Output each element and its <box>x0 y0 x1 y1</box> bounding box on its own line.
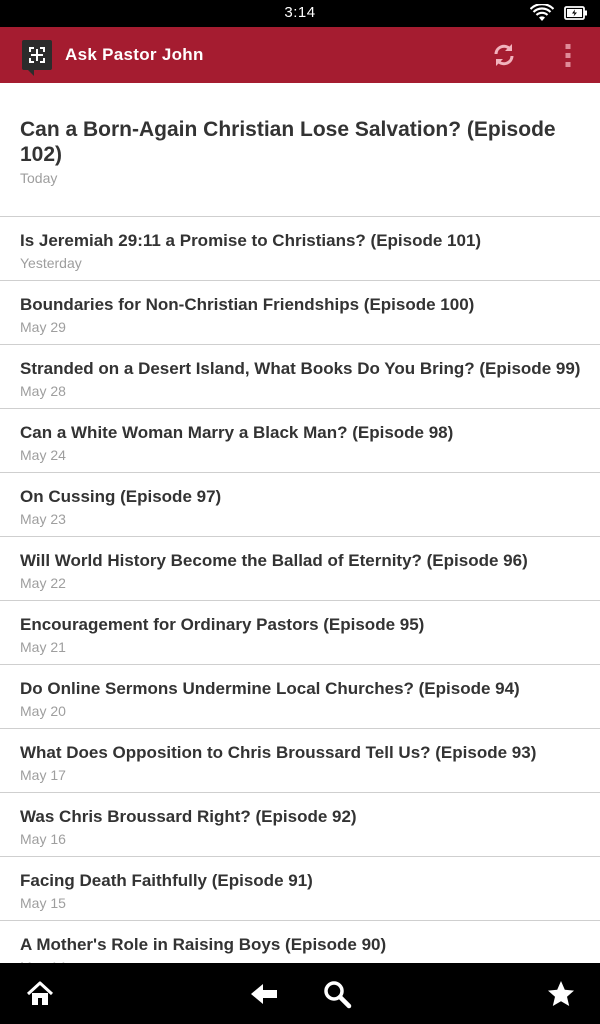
list-item[interactable]: Do Online Sermons Undermine Local Church… <box>0 665 600 729</box>
episode-date: May 17 <box>20 767 66 783</box>
episode-date: May 21 <box>20 639 66 655</box>
wifi-icon <box>529 3 555 27</box>
episode-date: May 22 <box>20 575 66 591</box>
episode-date: May 15 <box>20 895 66 911</box>
battery-charging-icon <box>564 6 588 25</box>
list-item[interactable]: Is Jeremiah 29:11 a Promise to Christian… <box>0 217 600 281</box>
episode-title: On Cussing (Episode 97) <box>20 487 222 506</box>
episode-title: Stranded on a Desert Island, What Books … <box>20 359 581 378</box>
star-icon[interactable] <box>546 979 576 1009</box>
status-bar: 3:14 <box>0 0 600 27</box>
app-logo-icon[interactable] <box>22 40 52 76</box>
episode-title: Boundaries for Non-Christian Friendships… <box>20 295 475 314</box>
overflow-menu-icon[interactable] <box>562 43 574 69</box>
episode-date: Yesterday <box>20 255 82 271</box>
bottom-nav-bar <box>0 963 600 1024</box>
status-time: 3:14 <box>284 4 316 21</box>
back-arrow-icon[interactable] <box>249 979 279 1009</box>
list-item[interactable]: Can a White Woman Marry a Black Man? (Ep… <box>0 409 600 473</box>
episode-title: What Does Opposition to Chris Broussard … <box>20 743 537 762</box>
episode-title: Is Jeremiah 29:11 a Promise to Christian… <box>20 231 482 250</box>
episode-date: May 16 <box>20 831 66 847</box>
episode-date: May 24 <box>20 447 66 463</box>
episode-title: Will World History Become the Ballad of … <box>20 551 528 570</box>
episode-title: Can a White Woman Marry a Black Man? (Ep… <box>20 423 454 442</box>
episode-date: May 29 <box>20 319 66 335</box>
list-item[interactable]: Boundaries for Non-Christian Friendships… <box>0 281 600 345</box>
episode-title: Encouragement for Ordinary Pastors (Epis… <box>20 615 425 634</box>
list-item[interactable]: Stranded on a Desert Island, What Books … <box>0 345 600 409</box>
home-icon[interactable] <box>25 979 55 1009</box>
app-title: Ask Pastor John <box>65 45 204 64</box>
list-item[interactable]: Encouragement for Ordinary Pastors (Epis… <box>0 601 600 665</box>
search-icon[interactable] <box>322 979 352 1009</box>
refresh-icon[interactable] <box>491 42 517 68</box>
episode-title: Was Chris Broussard Right? (Episode 92) <box>20 807 357 826</box>
featured-episode[interactable]: Can a Born-Again Christian Lose Salvatio… <box>0 83 600 217</box>
episode-list: Can a Born-Again Christian Lose Salvatio… <box>0 83 600 985</box>
featured-episode-title: Can a Born-Again Christian Lose Salvatio… <box>20 118 556 166</box>
episode-title: A Mother's Role in Raising Boys (Episode… <box>20 935 387 954</box>
list-item[interactable]: Was Chris Broussard Right? (Episode 92) … <box>0 793 600 857</box>
episode-title: Facing Death Faithfully (Episode 91) <box>20 871 313 890</box>
featured-episode-date: Today <box>20 170 58 186</box>
list-item[interactable]: Will World History Become the Ballad of … <box>0 537 600 601</box>
app-bar: Ask Pastor John <box>0 27 600 83</box>
episode-title: Do Online Sermons Undermine Local Church… <box>20 679 520 698</box>
episode-date: May 23 <box>20 511 66 527</box>
list-item[interactable]: On Cussing (Episode 97) May 23 <box>0 473 600 537</box>
episode-date: May 20 <box>20 703 66 719</box>
list-item[interactable]: What Does Opposition to Chris Broussard … <box>0 729 600 793</box>
list-item[interactable]: Facing Death Faithfully (Episode 91) May… <box>0 857 600 921</box>
episode-date: May 28 <box>20 383 66 399</box>
